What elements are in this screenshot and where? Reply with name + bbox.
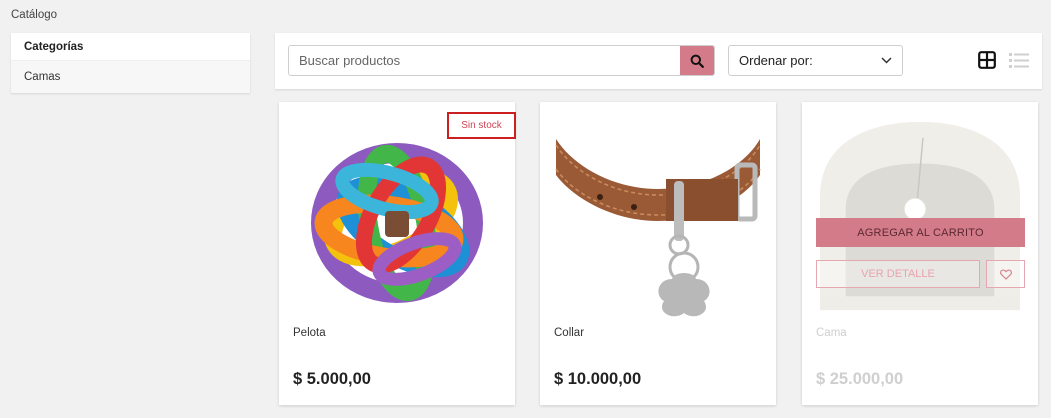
product-price: $ 10.000,00 bbox=[554, 370, 642, 388]
product-image-ball[interactable] bbox=[293, 114, 501, 319]
category-sidebar: Categorías Camas bbox=[11, 33, 250, 93]
search-button[interactable] bbox=[680, 46, 714, 75]
search-icon bbox=[690, 54, 704, 68]
sort-select[interactable]: Ordenar por: bbox=[728, 45, 903, 76]
search-box bbox=[288, 45, 715, 76]
list-view-button[interactable] bbox=[1009, 51, 1029, 71]
sort-label: Ordenar por: bbox=[739, 53, 813, 68]
product-name: Collar bbox=[554, 327, 585, 339]
product-card-pelota[interactable]: Pelota $ 5.000,00 Sin stock bbox=[279, 102, 516, 405]
out-of-stock-badge: Sin stock bbox=[447, 112, 516, 139]
list-view-icon bbox=[1009, 53, 1029, 68]
product-card-cama[interactable]: Cama $ 25.000,00 AGREGAR AL CARRITO VER … bbox=[802, 102, 1038, 405]
view-detail-button[interactable]: VER DETALLE bbox=[816, 260, 980, 288]
grid-view-button[interactable] bbox=[978, 51, 998, 71]
sidebar-item-camas[interactable]: Camas bbox=[11, 61, 250, 93]
chevron-down-icon bbox=[881, 57, 892, 64]
product-image-collar[interactable] bbox=[554, 114, 762, 319]
favorite-button[interactable] bbox=[986, 260, 1025, 288]
breadcrumb: Catálogo bbox=[11, 9, 58, 21]
product-name: Pelota bbox=[293, 327, 326, 339]
heart-icon bbox=[999, 268, 1012, 280]
sidebar-title: Categorías bbox=[11, 33, 250, 61]
product-price: $ 5.000,00 bbox=[293, 370, 371, 388]
search-input[interactable] bbox=[289, 46, 680, 75]
card-hover-overlay: AGREGAR AL CARRITO VER DETALLE bbox=[802, 102, 1038, 405]
product-card-collar[interactable]: Collar $ 10.000,00 bbox=[540, 102, 776, 405]
grid-view-icon bbox=[978, 51, 996, 69]
add-to-cart-button[interactable]: AGREGAR AL CARRITO bbox=[816, 218, 1025, 247]
catalog-toolbar: Ordenar por: bbox=[275, 33, 1042, 89]
